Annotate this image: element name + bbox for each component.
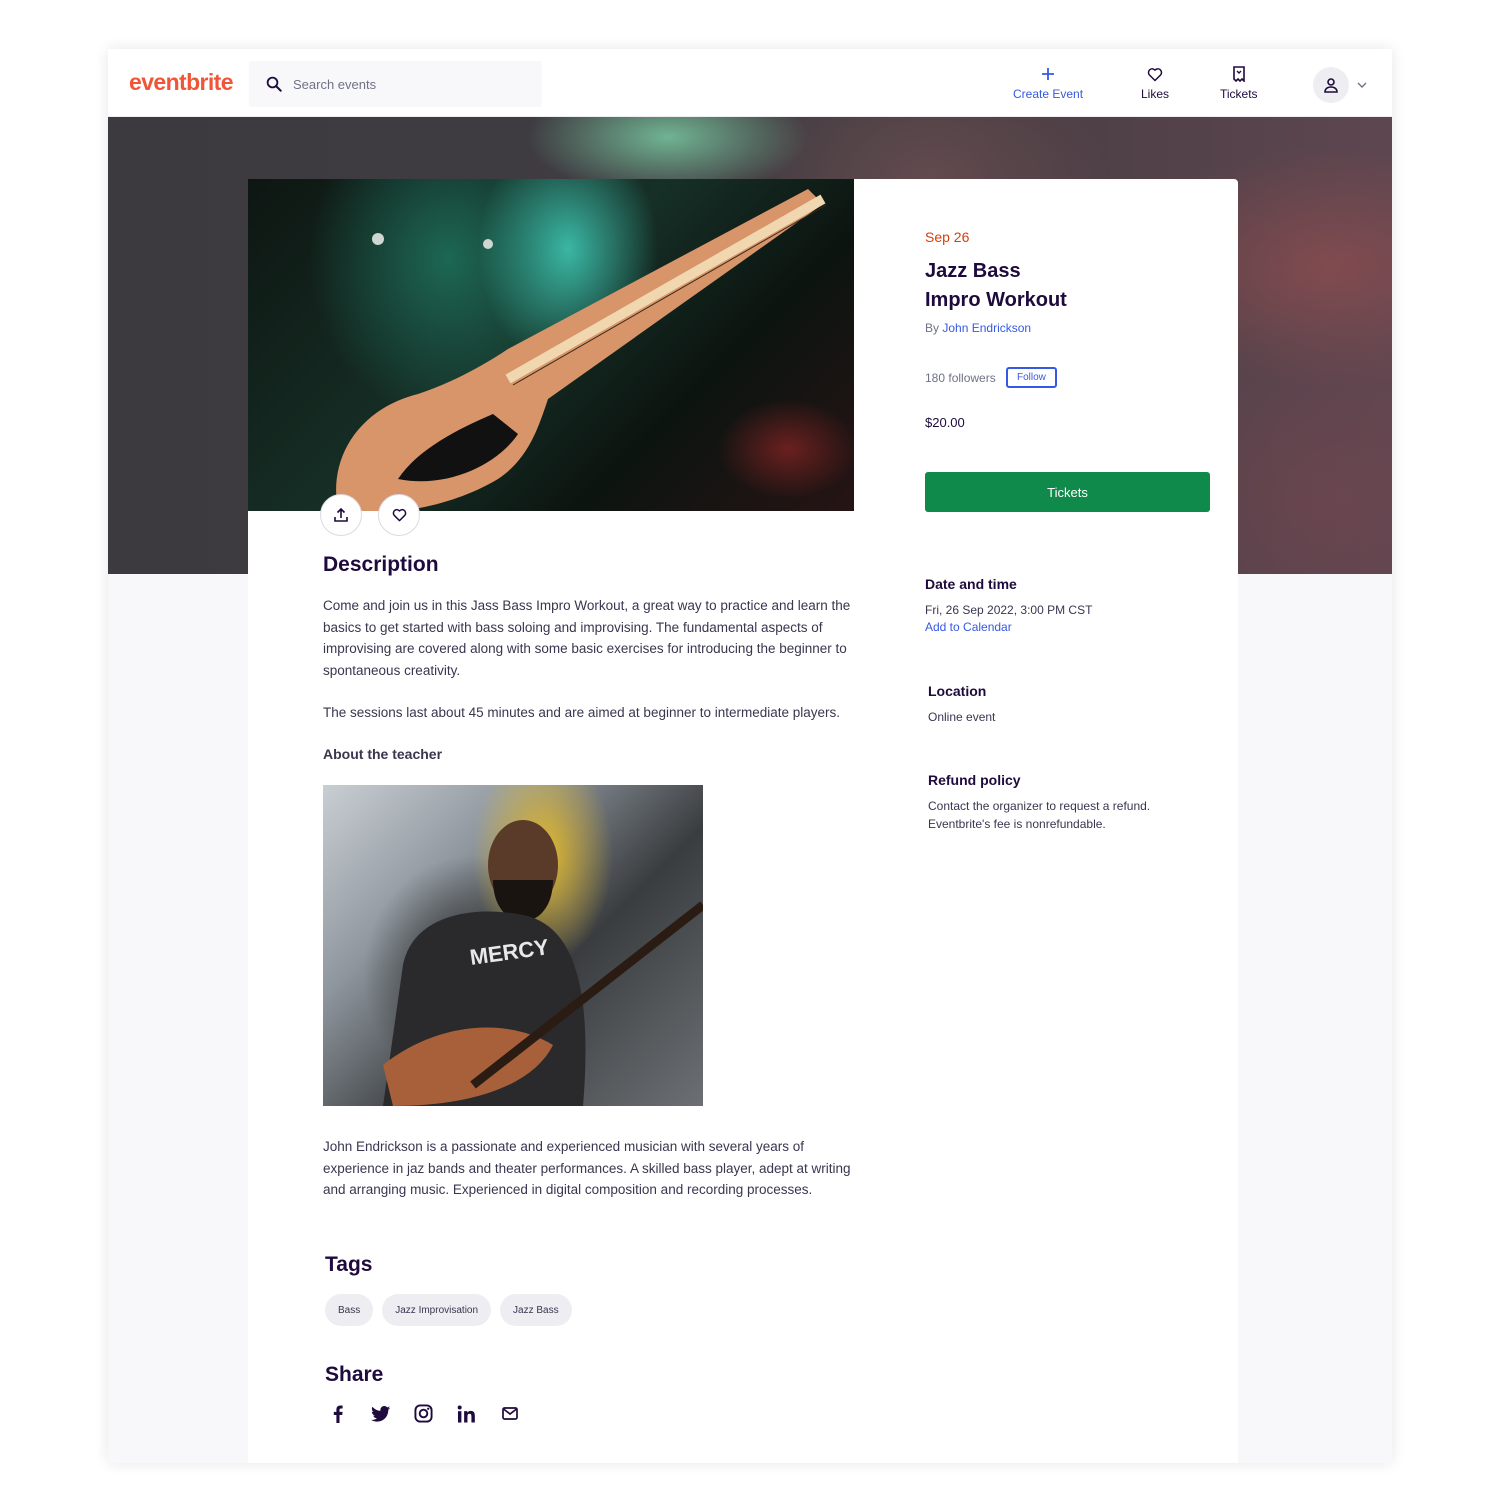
tag-chip[interactable]: Jazz Bass — [500, 1294, 572, 1326]
tag-chip[interactable]: Jazz Improvisation — [382, 1294, 492, 1326]
event-title-line2: Impro Workout — [925, 289, 1067, 311]
eventbrite-logo[interactable]: eventbrite — [129, 69, 234, 96]
teacher-photo: MERCY — [323, 785, 706, 1106]
top-nav-bar: eventbrite Create Event Likes Tickets — [108, 49, 1392, 117]
hero-background: Sep 26 Jazz Bass Impro Workout By John E… — [108, 117, 1392, 1463]
likes-label: Likes — [1141, 87, 1170, 101]
teacher-bio-paragraph: John Endrickson is a passionate and expe… — [323, 1139, 851, 1197]
bass-guitar-illustration — [336, 189, 827, 511]
upload-icon — [334, 507, 348, 522]
about-teacher-heading: About the teacher — [323, 746, 443, 762]
create-event-label: Create Event — [1013, 87, 1084, 101]
ticket-price: $20.00 — [925, 415, 965, 430]
event-hero-image — [248, 179, 854, 511]
event-card: Sep 26 Jazz Bass Impro Workout By John E… — [248, 179, 1238, 1463]
social-share-links — [327, 1403, 520, 1424]
tag-list: Bass Jazz Improvisation Jazz Bass — [325, 1294, 572, 1326]
email-icon[interactable] — [499, 1403, 520, 1424]
location-heading: Location — [928, 683, 987, 699]
description-paragraph: Come and join us in this Jass Bass Impro… — [323, 598, 851, 678]
follower-count: 180 followers — [925, 371, 996, 385]
heart-icon — [1147, 65, 1163, 83]
plus-icon — [1041, 65, 1055, 83]
heart-icon — [392, 508, 406, 522]
browser-page: eventbrite Create Event Likes Tickets — [108, 49, 1392, 1463]
avatar[interactable] — [1313, 67, 1349, 103]
share-button[interactable] — [320, 494, 362, 536]
tickets-nav-button[interactable]: Tickets — [1220, 65, 1258, 101]
search-icon — [266, 76, 282, 92]
chevron-down-icon[interactable] — [1357, 82, 1367, 88]
date-time-heading: Date and time — [925, 576, 1017, 592]
event-title-line1: Jazz Bass — [925, 260, 1021, 282]
user-icon — [1324, 78, 1338, 93]
by-prefix: By — [925, 321, 940, 335]
organizer-link[interactable]: John Endrickson — [942, 321, 1031, 335]
event-date-short: Sep 26 — [925, 229, 970, 245]
search-input[interactable] — [293, 76, 513, 92]
date-time-value: Fri, 26 Sep 2022, 3:00 PM CST — [925, 603, 1093, 617]
session-info-paragraph: The sessions last about 45 minutes and a… — [323, 705, 841, 720]
facebook-icon[interactable] — [327, 1403, 348, 1424]
like-event-button[interactable] — [378, 494, 420, 536]
share-heading: Share — [325, 1363, 384, 1386]
account-menu[interactable] — [1313, 67, 1367, 103]
create-event-button[interactable]: Create Event — [1013, 65, 1083, 101]
search-bar[interactable] — [249, 61, 542, 107]
teacher-illustration: MERCY — [383, 820, 706, 1106]
organizer-byline: By John Endrickson — [925, 321, 1031, 335]
tickets-nav-label: Tickets — [1220, 87, 1258, 101]
follow-button[interactable]: Follow — [1006, 367, 1057, 388]
refund-policy-line1: Contact the organizer to request a refun… — [928, 799, 1151, 813]
ticket-icon — [1232, 65, 1245, 83]
tags-heading: Tags — [325, 1253, 373, 1276]
refund-policy-line2: Eventbrite's fee is nonrefundable. — [928, 817, 1106, 831]
linkedin-icon[interactable] — [456, 1403, 477, 1424]
event-title: Jazz Bass Impro Workout — [925, 257, 1185, 315]
likes-button[interactable]: Likes — [1141, 65, 1169, 101]
twitter-icon[interactable] — [370, 1403, 391, 1424]
location-value: Online event — [928, 710, 996, 724]
add-to-calendar-link[interactable]: Add to Calendar — [925, 620, 1012, 634]
instagram-icon[interactable] — [413, 1403, 434, 1424]
refund-policy-heading: Refund policy — [928, 772, 1021, 788]
tag-chip[interactable]: Bass — [325, 1294, 374, 1326]
description-heading: Description — [323, 553, 439, 576]
tickets-button[interactable]: Tickets — [925, 472, 1210, 512]
